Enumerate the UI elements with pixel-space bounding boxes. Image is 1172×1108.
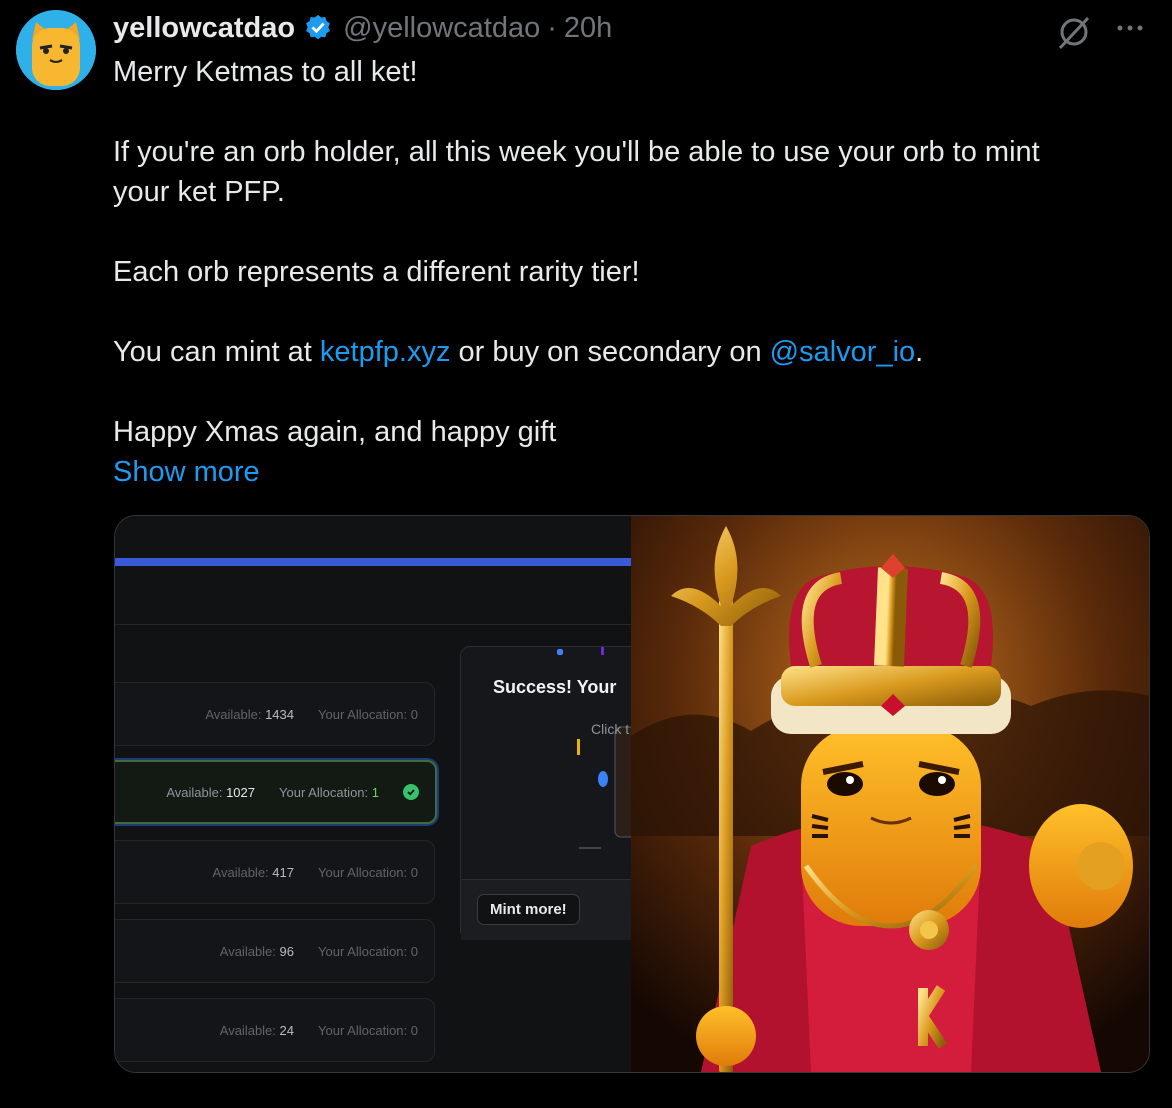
allocation-label: Your Allocation: <box>318 864 408 880</box>
ket-king-illustration <box>631 516 1149 1072</box>
verified-badge-icon <box>306 14 330 40</box>
tweet-line: You can mint at ketpfp.xyz or buy on sec… <box>113 332 1153 372</box>
cat-avatar-icon <box>16 10 96 90</box>
avatar[interactable] <box>16 10 96 90</box>
tweet-line: If you're an orb holder, all this week y… <box>113 136 1040 168</box>
allocation-value: 0 <box>410 1022 418 1038</box>
allocation-label: Your Allocation: <box>279 784 369 800</box>
tweet-header: yellowcatdao @yellowcatdao · 20h <box>113 8 612 48</box>
orb-row: Available: 24 Your Allocation: 0 <box>115 998 435 1062</box>
progress-bar <box>115 558 631 566</box>
allocation-label: Your Allocation: <box>318 1022 408 1038</box>
success-dialog: Success! Your Click t Mint more! <box>460 646 631 940</box>
user-handle[interactable]: @yellowcatdao <box>343 12 540 45</box>
tweet-text-segment: You can mint at <box>113 336 320 368</box>
timestamp[interactable]: 20h <box>564 12 612 45</box>
allocation-value: 1 <box>371 784 379 800</box>
tweet-line: your ket PFP. <box>113 176 285 208</box>
check-icon <box>403 784 419 800</box>
divider <box>115 624 631 625</box>
available-value: 24 <box>279 1022 294 1038</box>
tweet-media[interactable]: Available: 1434 Your Allocation: 0 Avail… <box>114 515 1150 1073</box>
available-value: 96 <box>279 943 294 959</box>
display-name[interactable]: yellowcatdao <box>113 12 295 45</box>
success-title: Success! Your <box>493 677 617 697</box>
available-value: 1027 <box>226 784 255 800</box>
mint-more-button[interactable]: Mint more! <box>477 894 580 925</box>
orb-row-selected: Available: 1027 Your Allocation: 1 <box>115 760 437 824</box>
available-label: Available: <box>219 1022 276 1038</box>
available-label: Available: <box>166 784 223 800</box>
allocation-value: 0 <box>410 943 418 959</box>
allocation-label: Your Allocation: <box>318 943 408 959</box>
available-value: 1434 <box>265 706 294 722</box>
tweet-line: Happy Xmas again, and happy gift <box>113 416 557 448</box>
success-subtitle: Click t <box>591 721 630 737</box>
orb-row: Available: 1434 Your Allocation: 0 <box>115 682 435 746</box>
tweet-text-segment: or buy on secondary on <box>450 336 770 368</box>
success-footer: Mint more! <box>461 879 631 940</box>
ket-king-image[interactable] <box>631 516 1149 1072</box>
ketpfp-link[interactable]: ketpfp.xyz <box>320 336 451 368</box>
available-label: Available: <box>212 864 269 880</box>
separator-dot: · <box>547 11 557 44</box>
allocation-value: 0 <box>410 864 418 880</box>
available-label: Available: <box>219 943 276 959</box>
allocation-value: 0 <box>410 706 418 722</box>
tweet-line: Each orb represents a different rarity t… <box>113 256 640 288</box>
available-label: Available: <box>205 706 262 722</box>
orb-row: Available: 417 Your Allocation: 0 <box>115 840 435 904</box>
grok-icon[interactable] <box>1054 12 1094 52</box>
orb-row: Available: 96 Your Allocation: 0 <box>115 919 435 983</box>
more-icon[interactable] <box>1112 16 1148 40</box>
show-more-link[interactable]: Show more <box>113 452 1153 492</box>
tweet-line: Merry Ketmas to all ket! <box>113 56 418 88</box>
tweet-text-segment: . <box>915 336 924 368</box>
salvor-mention-link[interactable]: @salvor_io <box>770 336 916 368</box>
mint-screenshot-image[interactable]: Available: 1434 Your Allocation: 0 Avail… <box>115 516 631 1072</box>
allocation-label: Your Allocation: <box>318 706 408 722</box>
tweet-text: Merry Ketmas to all ket! If you're an or… <box>113 52 1153 492</box>
available-value: 417 <box>272 864 294 880</box>
